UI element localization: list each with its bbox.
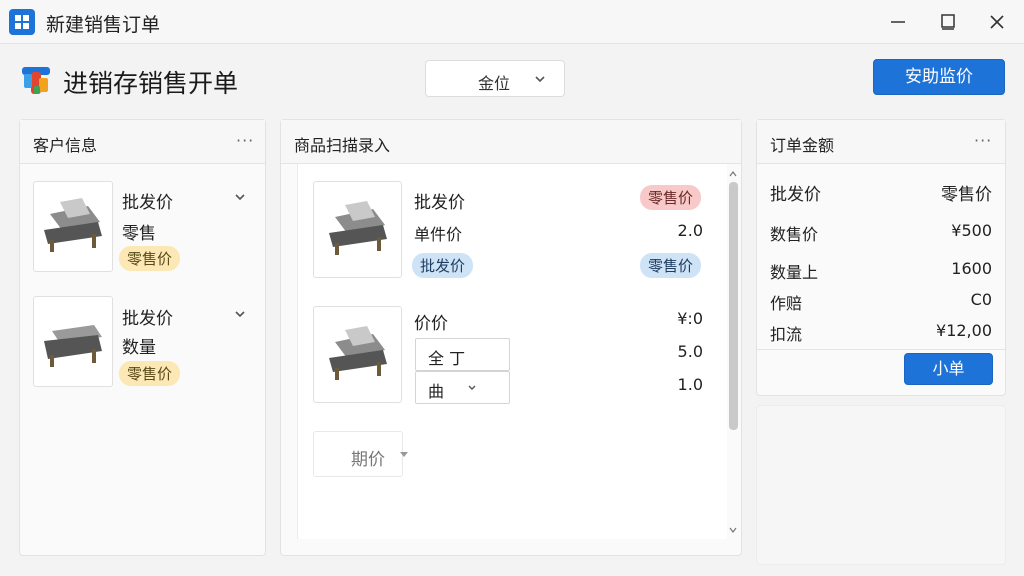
chevron-down-icon bbox=[400, 452, 408, 457]
scrollbar-thumb[interactable] bbox=[729, 182, 738, 430]
product-thumbnail bbox=[313, 306, 402, 403]
order-row-label: 扣流 bbox=[770, 325, 803, 344]
title-bar: 新建销售订单 bbox=[0, 0, 1024, 44]
order-submit-button[interactable]: 小单 bbox=[904, 353, 993, 385]
scan-item-value: 1.0 bbox=[677, 375, 703, 394]
panel-title: 商品扫描录入 bbox=[294, 136, 391, 155]
field-value: 全 丁 bbox=[428, 349, 466, 368]
warehouse-select-value: 金位 bbox=[478, 74, 511, 93]
empty-side-panel bbox=[756, 405, 1006, 565]
scan-item-price: ¥:0 bbox=[677, 309, 703, 328]
more-icon[interactable]: ··· bbox=[974, 133, 992, 149]
chevron-down-icon bbox=[468, 385, 476, 390]
minimize-icon[interactable] bbox=[884, 8, 912, 36]
panel-title: 订单金额 bbox=[770, 136, 835, 155]
status-badge: 零售价 bbox=[640, 253, 702, 278]
close-icon[interactable] bbox=[983, 8, 1011, 36]
window-title: 新建销售订单 bbox=[46, 14, 161, 36]
product-thumbnail bbox=[33, 296, 113, 387]
customer-item-title: 批发价 bbox=[122, 309, 173, 329]
page-title: 进销存销售开单 bbox=[63, 69, 239, 98]
customer-item-line2: 数量 bbox=[122, 338, 156, 358]
chevron-down-icon bbox=[535, 76, 545, 83]
more-icon[interactable]: ··· bbox=[236, 133, 254, 149]
chevron-down-icon[interactable] bbox=[233, 307, 247, 321]
customer-item-title: 批发价 bbox=[122, 193, 173, 213]
maximize-icon[interactable] bbox=[934, 8, 962, 36]
order-row-label: 数量上 bbox=[770, 263, 819, 282]
panel-title: 客户信息 bbox=[33, 136, 98, 155]
scan-item-title: 价价 bbox=[414, 314, 448, 334]
status-badge: 零售价 bbox=[119, 246, 181, 271]
unit-select[interactable]: 曲 bbox=[415, 371, 510, 404]
status-badge: 零售价 bbox=[640, 185, 702, 210]
customer-item-line2: 零售 bbox=[122, 224, 156, 244]
chevron-down-icon[interactable] bbox=[233, 190, 247, 204]
brand-logo-icon bbox=[20, 64, 52, 96]
scan-item-label: 单件价 bbox=[414, 225, 463, 244]
order-row-label: 作赔 bbox=[770, 294, 803, 313]
order-row-value: ¥500 bbox=[951, 221, 992, 240]
quantity-field[interactable]: 全 丁 bbox=[415, 338, 510, 371]
product-thumbnail bbox=[33, 181, 113, 272]
panel-header: 客户信息 ··· bbox=[20, 120, 265, 164]
primary-action-button[interactable]: 安助监价 bbox=[873, 59, 1005, 95]
status-badge: 批发价 bbox=[412, 253, 474, 278]
order-row-value: ¥12,00 bbox=[936, 321, 992, 340]
field-value: 期价 bbox=[351, 450, 385, 470]
scan-item-value: 2.0 bbox=[677, 221, 703, 240]
product-thumbnail bbox=[313, 181, 402, 278]
app-icon bbox=[9, 9, 35, 35]
panel-header: 订单金额 ··· bbox=[757, 120, 1005, 164]
order-row-label: 数售价 bbox=[770, 225, 819, 244]
order-head-right: 零售价 bbox=[941, 185, 992, 205]
scan-item-value: 5.0 bbox=[677, 342, 703, 361]
field-value: 曲 bbox=[428, 382, 445, 401]
scan-item-title: 批发价 bbox=[414, 193, 465, 213]
order-row-value: C0 bbox=[970, 290, 992, 309]
price-type-select[interactable]: 期价 bbox=[313, 431, 408, 477]
warehouse-select[interactable]: 金位 bbox=[425, 60, 565, 97]
status-badge: 零售价 bbox=[119, 361, 181, 386]
panel-header: 商品扫描录入 bbox=[281, 120, 741, 164]
order-row-value: 1600 bbox=[951, 259, 992, 278]
order-head-left: 批发价 bbox=[770, 185, 821, 205]
